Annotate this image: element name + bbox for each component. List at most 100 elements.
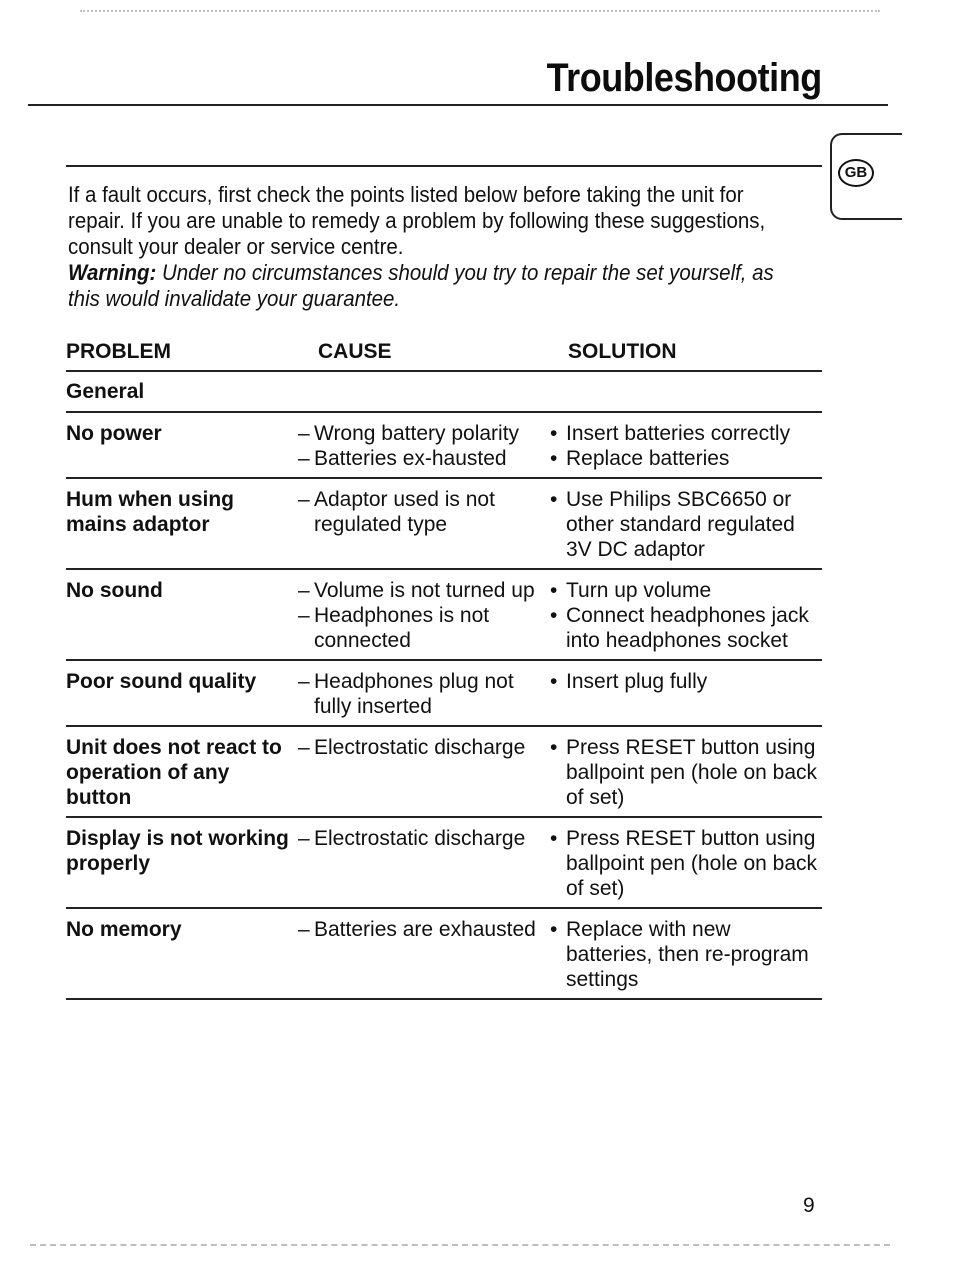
solution-cell: • Insert plug fully (550, 669, 822, 719)
dash-marker: – (298, 604, 310, 627)
cause-item: – Wrong battery polarity (298, 421, 550, 446)
solution-item: • Connect headphones jack into headphones… (550, 603, 822, 653)
solution-cell: • Press RESET button using ballpoint pen … (550, 735, 822, 810)
solution-item: • Use Philips SBC6650 or other standard r… (550, 487, 822, 562)
cause-cell: – Electrostatic discharge (298, 826, 550, 901)
dash-marker: – (298, 579, 310, 602)
header-problem: PROBLEM (66, 340, 171, 363)
solution-text: Connect headphones jack into headphones … (566, 604, 809, 652)
solution-cell: • Press RESET button using ballpoint pen … (550, 826, 822, 901)
table-row: No sound – Volume is not turned up – Headpho… (66, 570, 822, 661)
bullet-marker: • (550, 827, 558, 850)
table-row: Hum when using mains adaptor – Adaptor use… (66, 479, 822, 570)
intro-divider (66, 165, 822, 167)
table-row: Display is not working properly – Electros… (66, 818, 822, 909)
cause-text: Headphones plug not fully inserted (314, 670, 514, 718)
solution-item: • Insert batteries correctly (550, 421, 822, 446)
solution-cell: • Insert batteries correctly • Replace batt… (550, 421, 822, 471)
solution-cell: • Turn up volume • Connect headphones jack … (550, 578, 822, 653)
cause-item: – Batteries are exhausted (298, 917, 550, 942)
cause-text: Batteries are exhausted (314, 918, 536, 941)
solution-item: • Turn up volume (550, 578, 822, 603)
title-divider (28, 104, 888, 106)
solution-text: Replace with new batteries, then re-prog… (566, 918, 809, 991)
solution-text: Use Philips SBC6650 or other standard re… (566, 488, 795, 561)
problem-cell: No sound (66, 579, 163, 602)
table-row: No memory – Batteries are exhausted • Replac… (66, 909, 822, 1000)
problem-cell: No power (66, 422, 162, 445)
dash-marker: – (298, 488, 310, 511)
cause-cell: – Wrong battery polarity – Batteries ex-hau… (298, 421, 550, 471)
table-rows: No power – Wrong battery polarity – Batterie… (66, 413, 822, 1000)
problem-cell: No memory (66, 918, 182, 941)
table-header: PROBLEM CAUSE SOLUTION (66, 334, 822, 372)
cause-text: Electrostatic discharge (314, 827, 526, 850)
dash-marker: – (298, 736, 310, 759)
bullet-marker: • (550, 447, 558, 470)
dash-marker: – (298, 670, 310, 693)
problem-cell: Poor sound quality (66, 670, 257, 693)
solution-text: Replace batteries (566, 447, 730, 470)
solution-text: Insert plug fully (566, 670, 708, 693)
solution-text: Press RESET button using ballpoint pen (… (566, 736, 818, 809)
warning-text: Under no circumstances should you try to… (68, 260, 774, 311)
cause-cell: – Electrostatic discharge (298, 735, 550, 810)
warning-label: Warning: (68, 260, 157, 285)
cause-cell: – Volume is not turned up – Headphones is n… (298, 578, 550, 653)
cause-item: – Headphones is not connected (298, 603, 550, 653)
problem-cell: Unit does not react to operation of any … (66, 736, 282, 809)
cause-text: Adaptor used is not regulated type (314, 488, 495, 536)
solution-text: Press RESET button using ballpoint pen (… (566, 827, 818, 900)
cause-cell: – Adaptor used is not regulated type (298, 487, 550, 562)
cause-item: – Electrostatic discharge (298, 826, 550, 851)
cause-text: Electrostatic discharge (314, 736, 526, 759)
intro-section: If a fault occurs, first check the point… (68, 182, 784, 312)
problem-cell: Display is not working properly (66, 827, 289, 875)
page-number: 9 (803, 1194, 815, 1217)
solution-item: • Press RESET button using ballpoint pen … (550, 826, 822, 901)
dash-marker: – (298, 918, 310, 941)
solution-item: • Insert plug fully (550, 669, 822, 694)
section-general: General (66, 372, 822, 413)
bullet-marker: • (550, 604, 558, 627)
cause-item: – Headphones plug not fully inserted (298, 669, 550, 719)
dash-marker: – (298, 447, 310, 470)
table-row: Unit does not react to operation of any … (66, 727, 822, 818)
scan-artifact-top (80, 10, 880, 15)
cause-cell: – Headphones plug not fully inserted (298, 669, 550, 719)
solution-text: Insert batteries correctly (566, 422, 791, 445)
warning-note: Warning: Under no circumstances should y… (68, 260, 784, 312)
bullet-marker: • (550, 918, 558, 941)
solution-text: Turn up volume (566, 579, 712, 602)
bullet-marker: • (550, 488, 558, 511)
page-title: Troubleshooting (546, 56, 823, 100)
solution-cell: • Replace with new batteries, then re-pro… (550, 917, 822, 992)
table-row: Poor sound quality – Headphones plug not f… (66, 661, 822, 727)
cause-text: Headphones is not connected (314, 604, 490, 652)
cause-text: Wrong battery polarity (314, 422, 520, 445)
cause-item: – Adaptor used is not regulated type (298, 487, 550, 537)
header-solution: SOLUTION (568, 340, 677, 363)
cause-item: – Volume is not turned up (298, 578, 550, 603)
cause-text: Batteries ex-hausted (314, 447, 507, 470)
solution-item: • Press RESET button using ballpoint pen … (550, 735, 822, 810)
header-cause: CAUSE (318, 340, 392, 363)
cause-item: – Electrostatic discharge (298, 735, 550, 760)
bullet-marker: • (550, 736, 558, 759)
scan-artifact-bottom (30, 1244, 890, 1249)
solution-cell: • Use Philips SBC6650 or other standard r… (550, 487, 822, 562)
intro-paragraph: If a fault occurs, first check the point… (68, 182, 766, 259)
table-row: No power – Wrong battery polarity – Batterie… (66, 413, 822, 479)
gb-language-icon: GB (838, 159, 874, 187)
bullet-marker: • (550, 670, 558, 693)
dash-marker: – (298, 422, 310, 445)
cause-cell: – Batteries are exhausted (298, 917, 550, 992)
bullet-marker: • (550, 422, 558, 445)
cause-item: – Batteries ex-hausted (298, 446, 550, 471)
troubleshooting-table: PROBLEM CAUSE SOLUTION General No power –… (66, 334, 822, 1000)
bullet-marker: • (550, 579, 558, 602)
problem-cell: Hum when using mains adaptor (66, 488, 234, 536)
cause-text: Volume is not turned up (314, 579, 535, 602)
dash-marker: – (298, 827, 310, 850)
solution-item: • Replace batteries (550, 446, 822, 471)
